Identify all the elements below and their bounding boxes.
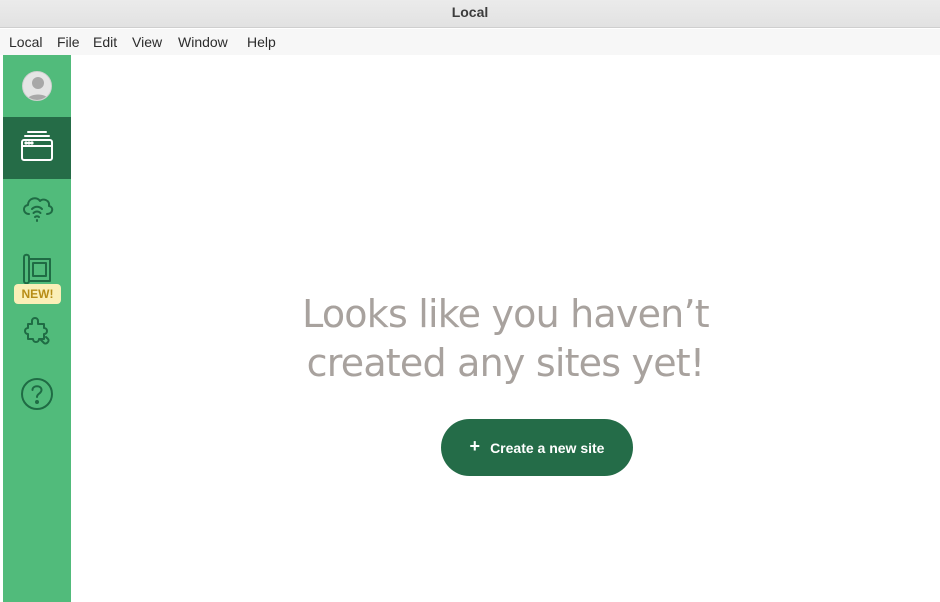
sidebar: NEW! bbox=[3, 55, 71, 602]
empty-state-line-2: created any sites yet! bbox=[306, 341, 705, 385]
menu-view[interactable]: View bbox=[132, 34, 162, 50]
menu-file[interactable]: File bbox=[57, 34, 80, 50]
user-avatar-icon[interactable] bbox=[22, 71, 52, 101]
main-content: Looks like you haven’t created any sites… bbox=[71, 55, 940, 602]
menu-edit[interactable]: Edit bbox=[93, 34, 117, 50]
cloud-connect-icon bbox=[19, 192, 55, 229]
addons-puzzle-icon bbox=[20, 315, 54, 354]
sidebar-item-help[interactable] bbox=[3, 365, 71, 427]
sidebar-item-sites[interactable] bbox=[3, 117, 71, 179]
menu-local[interactable]: Local bbox=[9, 34, 42, 50]
sites-icon bbox=[20, 129, 54, 168]
app-window: Local Local File Edit View Window Help N… bbox=[0, 0, 940, 602]
menu-window[interactable]: Window bbox=[178, 34, 228, 50]
window-title: Local bbox=[451, 4, 489, 20]
empty-state-line-1: Looks like you haven’t bbox=[302, 292, 710, 336]
title-bar[interactable]: Local bbox=[0, 0, 940, 28]
menu-help[interactable]: Help bbox=[247, 34, 276, 50]
plus-icon: + bbox=[469, 436, 481, 456]
sidebar-item-connect[interactable] bbox=[3, 179, 71, 241]
empty-state-message: Looks like you haven’t created any sites… bbox=[71, 290, 940, 388]
create-new-site-button[interactable]: + Create a new site bbox=[441, 419, 633, 476]
help-icon bbox=[20, 377, 54, 416]
sidebar-item-addons[interactable] bbox=[3, 303, 71, 365]
menu-bar: Local File Edit View Window Help bbox=[0, 29, 940, 55]
create-new-site-label: Create a new site bbox=[490, 439, 605, 456]
new-badge: NEW! bbox=[14, 284, 61, 304]
